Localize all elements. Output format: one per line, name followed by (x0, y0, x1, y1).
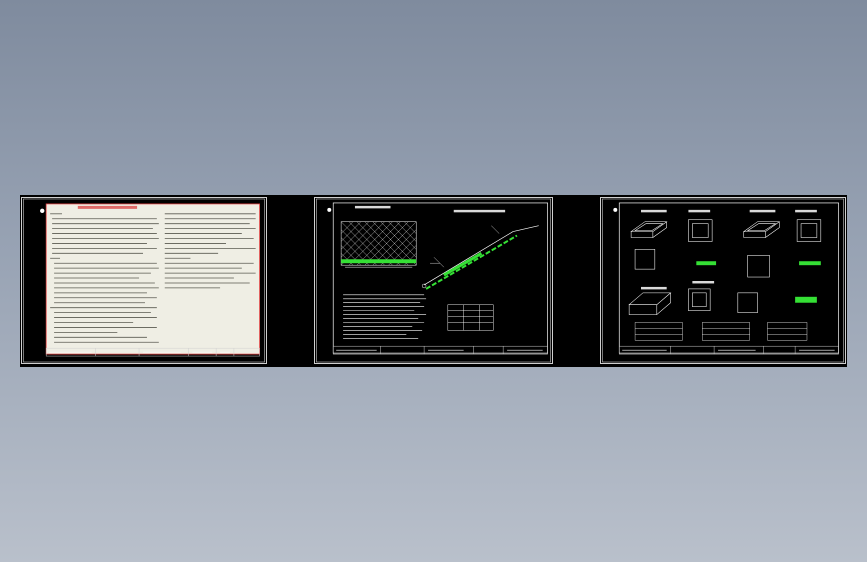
slope-section (421, 209, 539, 290)
sheet-general-notes[interactable] (21, 197, 267, 364)
north-symbol-icon (613, 207, 618, 212)
mesh-panel (340, 205, 417, 268)
box-views (628, 219, 822, 315)
spec-table (447, 304, 494, 331)
sheet-box-details-drawing (602, 198, 844, 363)
green-details (696, 261, 821, 303)
sheet-box-details[interactable] (600, 197, 846, 364)
drawing-strip (20, 195, 847, 367)
sheet-slope-section-drawing (316, 198, 551, 363)
sheet-general-notes-drawing (23, 198, 265, 363)
sheet-slope-section[interactable] (314, 197, 553, 364)
north-symbol-icon (40, 208, 45, 214)
detail-tables (634, 322, 808, 341)
north-symbol-icon (327, 207, 332, 212)
notes-paper (45, 203, 260, 355)
section-notes (343, 294, 427, 339)
